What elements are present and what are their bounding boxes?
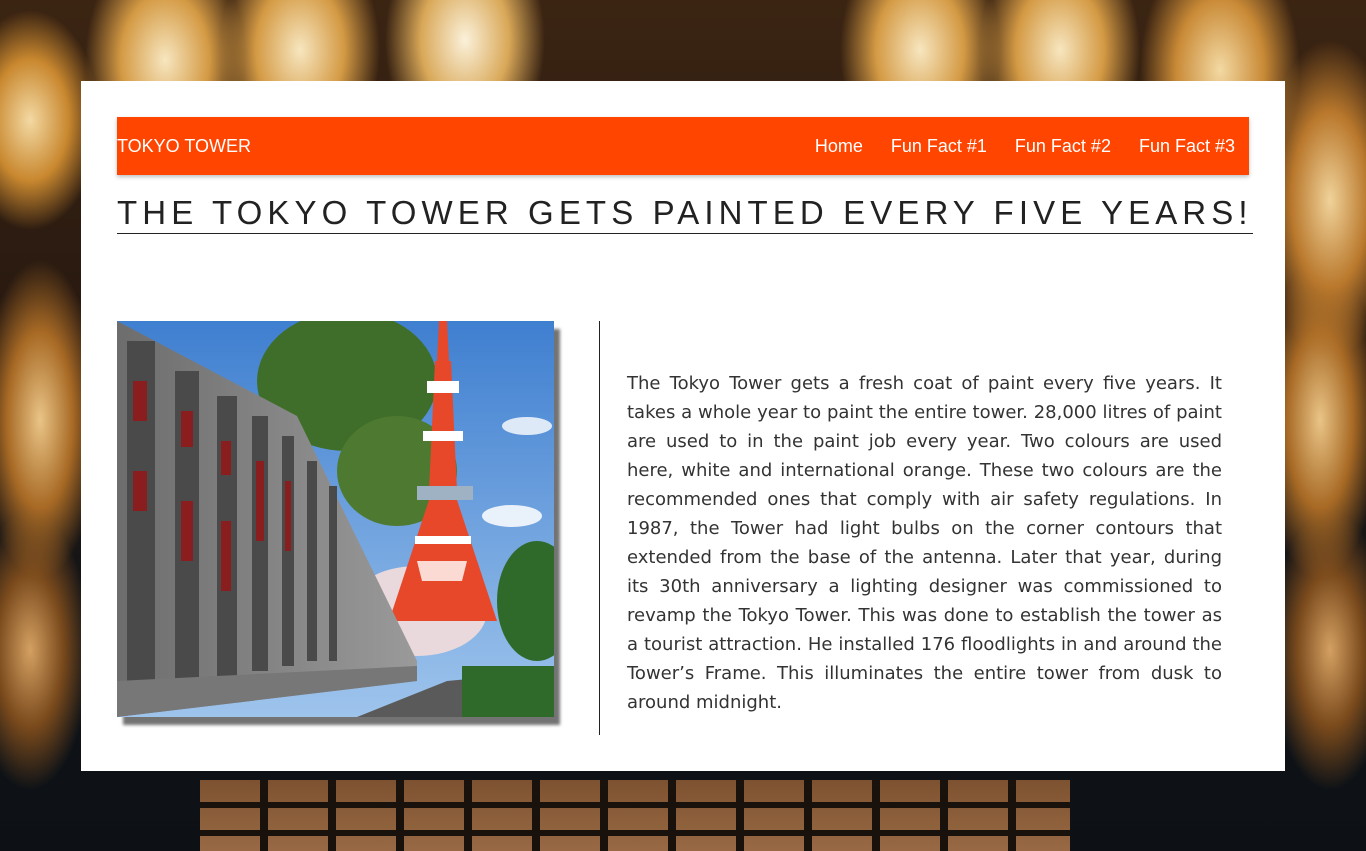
content-card: TOKYO TOWER Home Fun Fact #1 Fun Fact #2… — [81, 81, 1285, 771]
nav-link-fun-fact-1[interactable]: Fun Fact #1 — [891, 136, 987, 157]
tokyo-tower-photo — [117, 321, 554, 717]
background-window-lattice — [200, 780, 1070, 851]
nav-link-fun-fact-2[interactable]: Fun Fact #2 — [1015, 136, 1111, 157]
nav-link-fun-fact-3[interactable]: Fun Fact #3 — [1139, 136, 1235, 157]
nav-links: Home Fun Fact #1 Fun Fact #2 Fun Fact #3 — [787, 136, 1249, 157]
brand-logo[interactable]: TOKYO TOWER — [117, 136, 251, 157]
fun-fact-paragraph: The Tokyo Tower gets a fresh coat of pai… — [627, 373, 1222, 713]
vertical-divider — [599, 321, 600, 735]
nav-link-home[interactable]: Home — [815, 136, 863, 157]
page-headline: THE TOKYO TOWER GETS PAINTED EVERY FIVE … — [117, 193, 1253, 234]
navbar: TOKYO TOWER Home Fun Fact #1 Fun Fact #2… — [117, 117, 1249, 175]
